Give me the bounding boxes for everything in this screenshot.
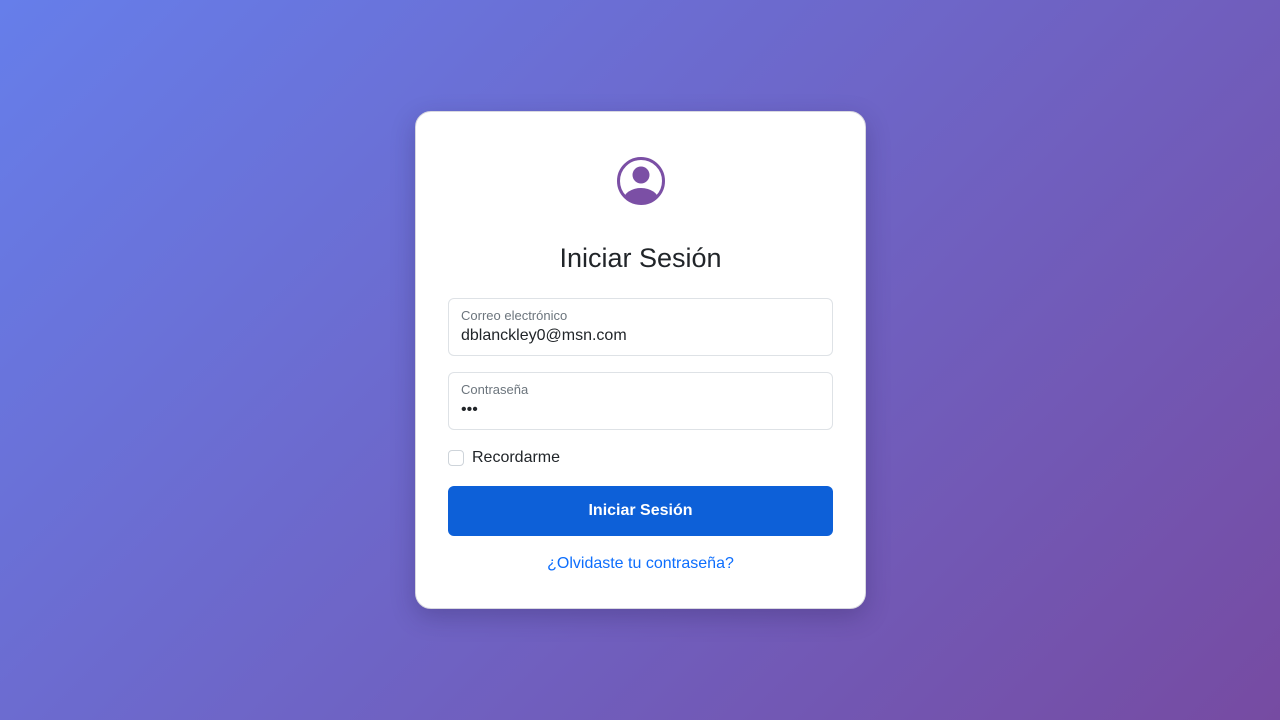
email-field[interactable]: Correo electrónico xyxy=(448,298,833,356)
remember-label: Recordarme xyxy=(472,449,561,466)
login-card: Iniciar Sesión Correo electrónico Contra… xyxy=(415,111,866,609)
forgot-password-link[interactable]: ¿Olvidaste tu contraseña? xyxy=(416,554,865,574)
page-title: Iniciar Sesión xyxy=(559,243,722,273)
login-button[interactable]: Iniciar Sesión xyxy=(448,486,833,536)
email-input[interactable] xyxy=(461,326,819,346)
email-label: Correo electrónico xyxy=(461,308,568,323)
user-circle-icon xyxy=(617,157,665,205)
remember-checkbox[interactable] xyxy=(448,450,464,466)
password-field[interactable]: Contraseña xyxy=(448,372,833,430)
password-input[interactable] xyxy=(461,400,819,420)
remember-me[interactable]: Recordarme xyxy=(448,448,560,468)
password-label: Contraseña xyxy=(461,382,529,397)
